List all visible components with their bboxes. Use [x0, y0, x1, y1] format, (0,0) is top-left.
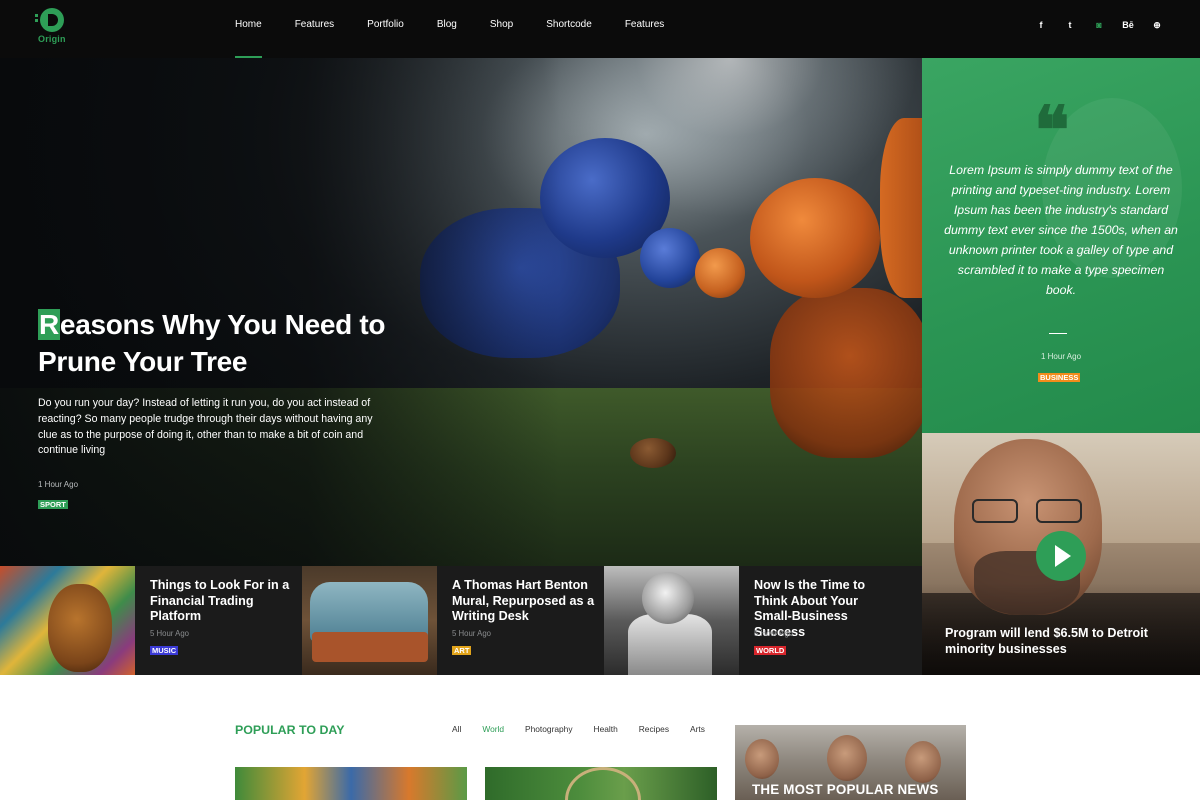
article-card[interactable]: A Thomas Hart Benton Mural, Repurposed a…	[437, 566, 604, 675]
filter-tab-health[interactable]: Health	[594, 724, 618, 734]
card-timestamp: 5 Hour Ago	[150, 629, 190, 638]
nav-item-shortcode[interactable]: Shortcode	[546, 0, 592, 58]
filter-tab-world[interactable]: World	[482, 724, 504, 734]
filter-tab-arts[interactable]: Arts	[690, 724, 705, 734]
filter-tab-all[interactable]: All	[452, 724, 461, 734]
article-strip: Things to Look For in a Financial Tradin…	[0, 566, 922, 675]
nav-item-features[interactable]: Features	[295, 0, 334, 58]
instagram-icon[interactable]: ◙	[1092, 18, 1106, 32]
card-thumbnail-mural[interactable]	[0, 566, 135, 675]
nav-item-features-2[interactable]: Features	[625, 0, 664, 58]
quote-divider	[1049, 333, 1067, 334]
main-nav: Home Features Portfolio Blog Shop Shortc…	[235, 0, 697, 58]
video-title[interactable]: Program will lend $6.5M to Detroit minor…	[945, 625, 1185, 657]
nav-item-shop[interactable]: Shop	[490, 0, 513, 58]
quote-card[interactable]: ❝ Lorem Ipsum is simply dummy text of th…	[922, 58, 1200, 433]
quote-text: Lorem Ipsum is simply dummy text of the …	[944, 163, 1178, 297]
popular-thumbnail[interactable]	[235, 767, 467, 800]
card-category-badge[interactable]: ART	[452, 646, 472, 655]
section-title-popular: POPULAR TO DAY	[235, 723, 345, 737]
hero-timestamp: 1 Hour Ago	[38, 480, 79, 489]
hero-category-badge[interactable]: SPORT	[38, 500, 68, 509]
logo-icon	[40, 8, 64, 32]
most-popular-news-title: THE MOST POPULAR NEWS	[752, 782, 939, 797]
football	[630, 438, 676, 468]
site-logo[interactable]: Origin	[35, 8, 68, 48]
hero-feature[interactable]: Reasons Why You Need to Prune Your Tree …	[0, 58, 922, 566]
social-links: f t ◙ Bē ⊕	[1019, 18, 1164, 32]
card-timestamp: 5 Hour Ago	[754, 629, 794, 638]
play-button-icon[interactable]	[1036, 531, 1086, 581]
behance-icon[interactable]: Bē	[1121, 18, 1135, 32]
category-filter-tabs: All World Photography Health Recipes Art…	[452, 724, 726, 734]
facebook-icon[interactable]: f	[1034, 18, 1048, 32]
nav-item-portfolio[interactable]: Portfolio	[367, 0, 404, 58]
card-thumbnail-van[interactable]	[302, 566, 437, 675]
filter-tab-recipes[interactable]: Recipes	[639, 724, 669, 734]
card-category-badge[interactable]: WORLD	[754, 646, 787, 655]
most-popular-news-box[interactable]: THE MOST POPULAR NEWS	[735, 725, 966, 800]
card-category-badge[interactable]: MUSIC	[150, 646, 179, 655]
card-thumbnail-astronaut[interactable]	[604, 566, 739, 675]
hero-title-initial: R	[38, 309, 60, 340]
dribbble-icon[interactable]: ⊕	[1150, 18, 1164, 32]
card-title[interactable]: A Thomas Hart Benton Mural, Repurposed a…	[452, 578, 597, 625]
twitter-icon[interactable]: t	[1063, 18, 1077, 32]
orange-helmet	[750, 178, 880, 298]
card-timestamp: 5 Hour Ago	[452, 629, 492, 638]
top-navigation-bar: Origin Home Features Portfolio Blog Shop…	[0, 0, 1200, 58]
video-card[interactable]: Program will lend $6.5M to Detroit minor…	[922, 433, 1200, 675]
card-title[interactable]: Things to Look For in a Financial Tradin…	[150, 578, 295, 625]
quote-icon: ❝	[1034, 91, 1070, 169]
nav-item-blog[interactable]: Blog	[437, 0, 457, 58]
quote-category-badge[interactable]: BUSINESS	[1038, 373, 1081, 382]
hero-title-rest: easons Why You Need to Prune Your Tree	[38, 309, 386, 377]
filter-tab-photography[interactable]: Photography	[525, 724, 573, 734]
quote-timestamp: 1 Hour Ago	[1040, 352, 1082, 361]
article-card[interactable]: Now Is the Time to Think About Your Smal…	[739, 566, 922, 675]
popular-thumbnail[interactable]	[485, 767, 717, 800]
hero-title[interactable]: Reasons Why You Need to Prune Your Tree	[38, 306, 418, 380]
glasses	[970, 499, 1086, 525]
logo-text: Origin	[38, 34, 66, 44]
nav-item-home[interactable]: Home	[235, 0, 262, 58]
hero-description: Do you run your day? Instead of letting …	[38, 397, 373, 457]
article-card[interactable]: Things to Look For in a Financial Tradin…	[135, 566, 302, 675]
